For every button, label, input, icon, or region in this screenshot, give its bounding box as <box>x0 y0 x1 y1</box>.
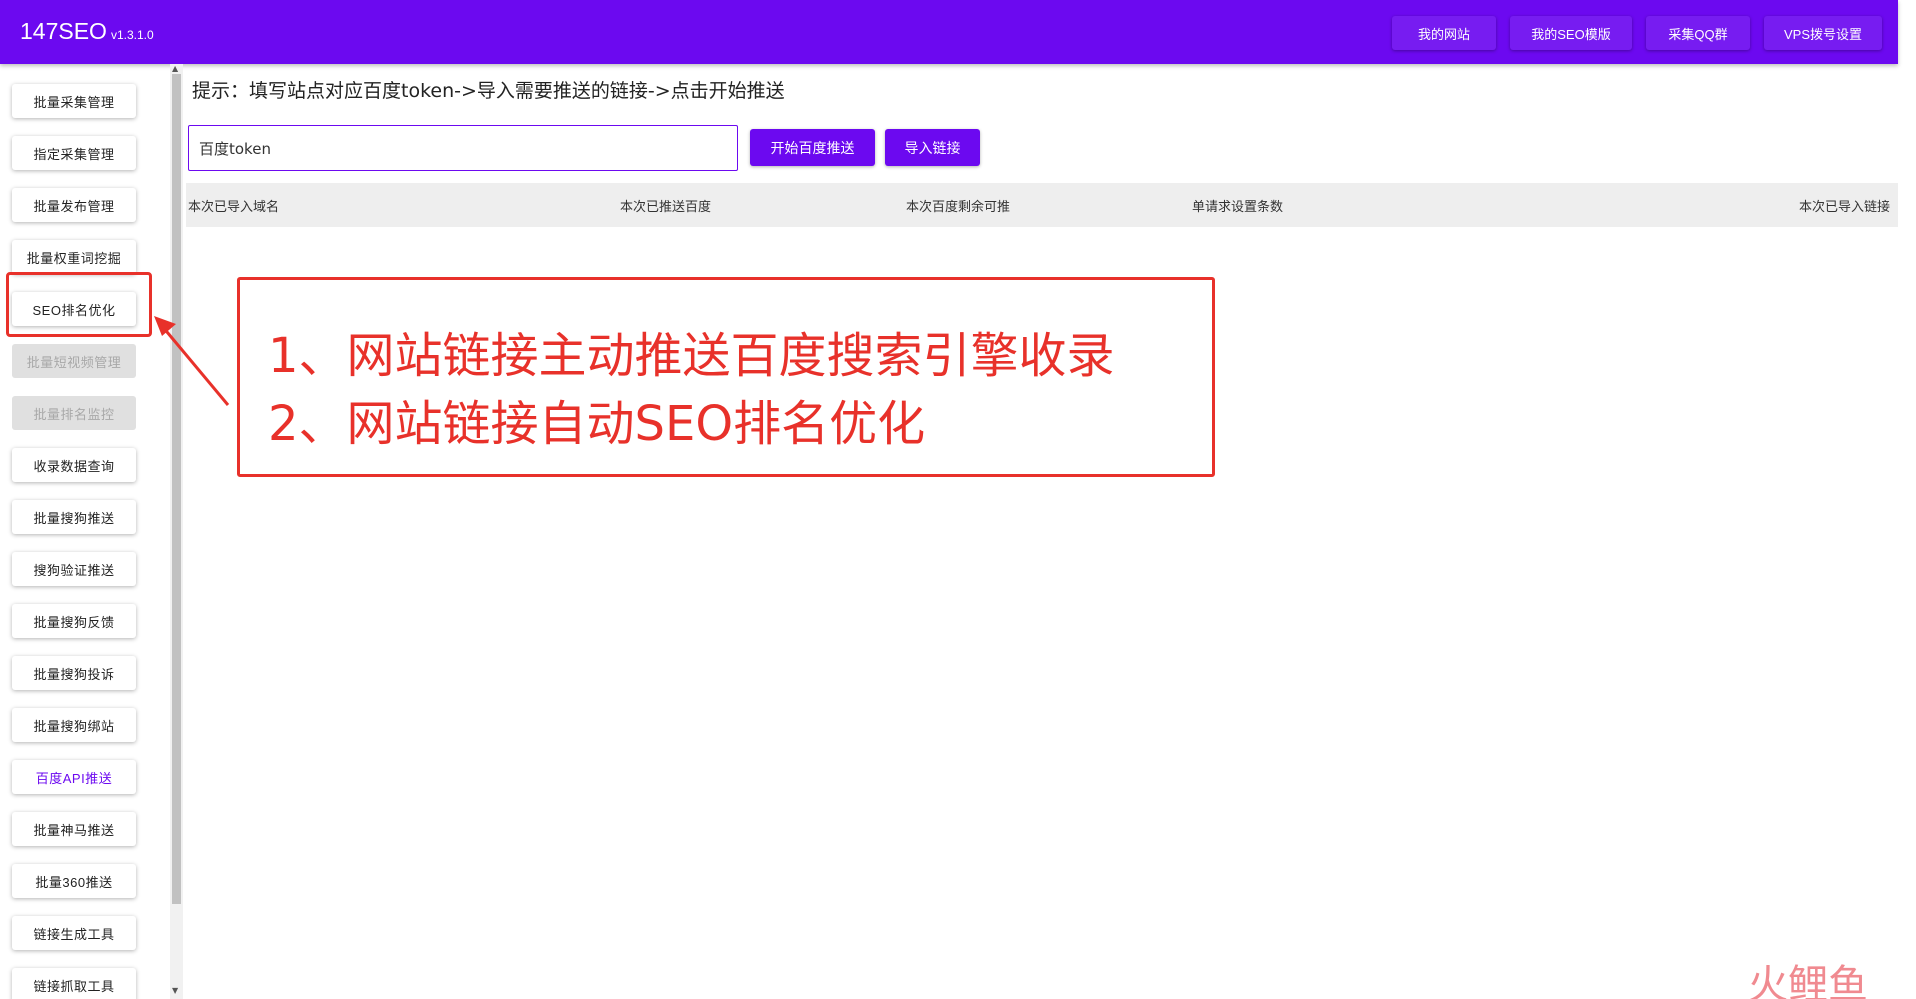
watermark-logo: 火鲤鱼 <box>1748 962 1868 999</box>
sidebar-item-17[interactable]: 链接抓取工具 <box>12 968 136 999</box>
vps-dialup-settings-button[interactable]: VPS拨号设置 <box>1764 16 1882 50</box>
annotation-line-1: 1、网站链接主动推送百度搜索引擎收录 <box>268 328 1115 384</box>
sidebar-item-0[interactable]: 批量采集管理 <box>12 84 136 118</box>
sidebar-item-16[interactable]: 链接生成工具 <box>12 916 136 950</box>
sidebar-item-11[interactable]: 批量搜狗投诉 <box>12 656 136 690</box>
sidebar-item-3[interactable]: 批量权重词挖掘 <box>12 240 136 274</box>
brand: 147SEO v1.3.1.0 <box>20 18 154 45</box>
sidebar-item-13[interactable]: 百度API推送 <box>12 760 136 794</box>
sidebar-item-8[interactable]: 批量搜狗推送 <box>12 500 136 534</box>
sidebar-item-12[interactable]: 批量搜狗绑站 <box>12 708 136 742</box>
my-seo-templates-button[interactable]: 我的SEO模版 <box>1510 16 1632 50</box>
annotation-line-2: 2、网站链接自动SEO排名优化 <box>268 396 926 452</box>
sidebar-item-2[interactable]: 批量发布管理 <box>12 188 136 222</box>
collect-qq-group-button[interactable]: 采集QQ群 <box>1646 16 1750 50</box>
col-imported-links: 本次已导入链接 <box>1798 200 1890 215</box>
sidebar-item-7[interactable]: 收录数据查询 <box>12 448 136 482</box>
app-window: 147SEO v1.3.1.0 我的网站 我的SEO模版 采集QQ群 VPS拨号设… <box>0 0 1916 999</box>
sidebar-scrollbar[interactable]: ▲ ▼ <box>170 64 183 999</box>
top-header: 147SEO v1.3.1.0 我的网站 我的SEO模版 采集QQ群 VPS拨号设… <box>0 0 1898 64</box>
annotation-arrow-icon <box>154 316 230 406</box>
import-links-button[interactable]: 导入链接 <box>885 129 980 166</box>
sidebar-item-6: 批量排名监控 <box>12 396 136 430</box>
annotation-highlight-box <box>6 272 152 337</box>
col-per-request-count: 单请求设置条数 <box>1192 200 1284 215</box>
sidebar-item-10[interactable]: 批量搜狗反馈 <box>12 604 136 638</box>
top-nav: 我的网站 我的SEO模版 采集QQ群 VPS拨号设置 <box>1392 16 1898 50</box>
scroll-up-icon[interactable]: ▲ <box>172 64 178 73</box>
col-baidu-remaining: 本次百度剩余可推 <box>906 200 1011 215</box>
sidebar: 批量采集管理 指定采集管理 批量发布管理 批量权重词挖掘 SEO排名优化 批量短视频管理批… <box>0 64 170 999</box>
scrollbar-thumb[interactable] <box>172 74 181 904</box>
annotation-callout: 1、网站链接主动推送百度搜索引擎收录 2、网站链接自动SEO排名优化 <box>237 277 1215 477</box>
my-sites-button[interactable]: 我的网站 <box>1392 16 1496 50</box>
sidebar-item-15[interactable]: 批量360推送 <box>12 864 136 898</box>
scroll-down-icon[interactable]: ▼ <box>172 986 178 995</box>
sidebar-item-1[interactable]: 指定采集管理 <box>12 136 136 170</box>
sidebar-item-5: 批量短视频管理 <box>12 344 136 378</box>
baidu-token-input[interactable] <box>188 125 738 171</box>
brand-name: 147SEO <box>20 18 107 44</box>
sidebar-item-9[interactable]: 搜狗验证推送 <box>12 552 136 586</box>
brand-version: v1.3.1.0 <box>110 28 154 42</box>
col-pushed-baidu: 本次已推送百度 <box>620 200 712 215</box>
sidebar-item-14[interactable]: 批量神马推送 <box>12 812 136 846</box>
hint-text: 提示：填写站点对应百度token->导入需要推送的链接->点击开始推送 <box>192 80 785 102</box>
start-baidu-push-button[interactable]: 开始百度推送 <box>750 129 875 166</box>
table-header: 本次已导入域名 本次已推送百度 本次百度剩余可推 单请求设置条数 本次已导入链接 <box>186 183 1898 227</box>
col-imported-domains: 本次已导入域名 <box>188 200 280 215</box>
